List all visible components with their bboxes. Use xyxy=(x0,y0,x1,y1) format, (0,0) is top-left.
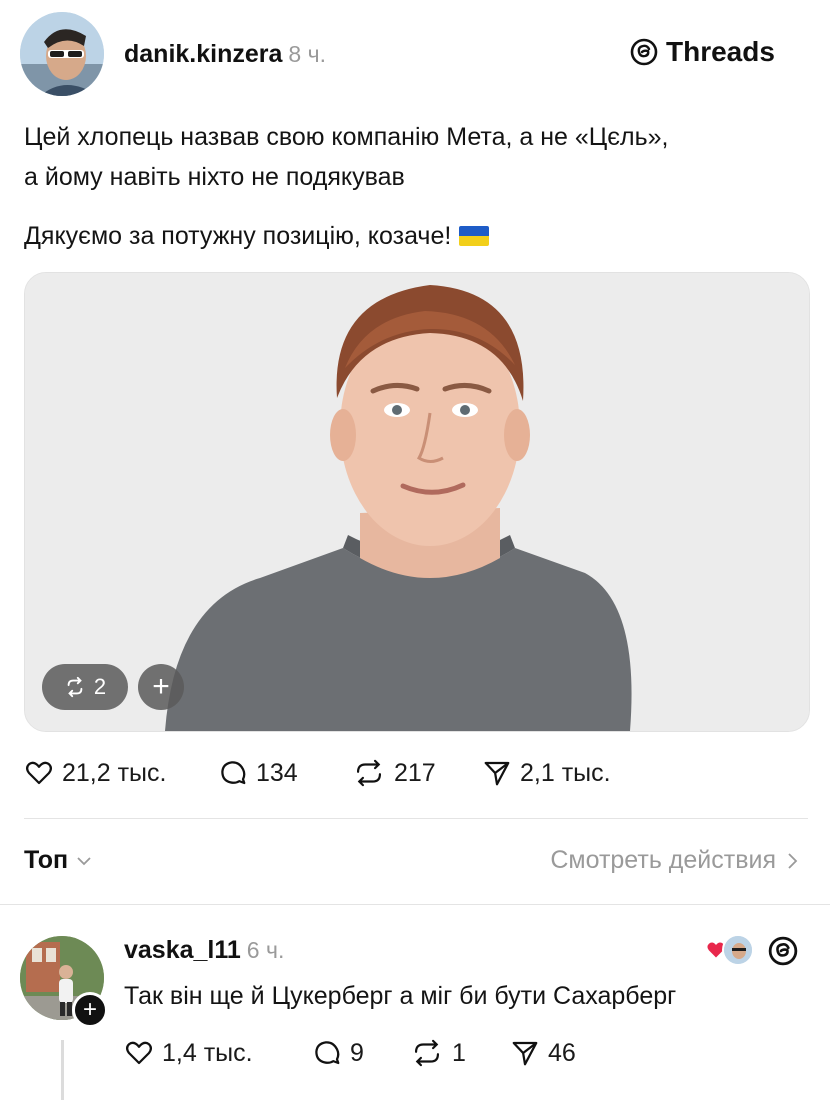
reply-repost-button[interactable]: 1 xyxy=(410,1038,466,1068)
media-repost-count: 2 xyxy=(93,674,107,699)
sort-label: Топ xyxy=(24,846,69,874)
comment-icon xyxy=(221,761,246,785)
threads-label: Threads xyxy=(666,36,775,67)
share-icon xyxy=(512,1041,538,1066)
post-image[interactable] xyxy=(24,272,810,732)
like-button[interactable]: 21,2 тыс. xyxy=(24,758,166,788)
comment-icon xyxy=(315,1041,340,1065)
thread-line xyxy=(61,1040,64,1100)
post-text-line-3-text: Дякуємо за потужну позицію, козаче! xyxy=(24,222,452,250)
chevron-down-icon xyxy=(77,856,91,865)
reply-text: Так він ще й Цукерберг а міг би бути Сах… xyxy=(124,982,677,1010)
heart-icon xyxy=(126,1041,152,1065)
reply-share-count: 46 xyxy=(548,1038,576,1067)
share-button[interactable]: 2,1 тыс. xyxy=(482,758,611,788)
author-mini-avatar xyxy=(722,934,754,966)
divider xyxy=(24,818,808,819)
repost-count: 217 xyxy=(394,758,436,787)
reply-username[interactable]: vaska_l11 6 ч. xyxy=(124,936,284,965)
repost-icon xyxy=(67,676,83,698)
reply-time: 6 ч. xyxy=(246,937,285,963)
like-count: 21,2 тыс. xyxy=(62,758,167,787)
section-divider xyxy=(0,904,830,905)
post-text-line-2: а йому навіть ніхто не подякував xyxy=(24,163,405,191)
repost-icon xyxy=(356,759,382,787)
threads-logo-icon xyxy=(768,936,798,966)
chevron-right-icon xyxy=(788,852,798,869)
reply-share-button[interactable]: 46 xyxy=(510,1038,576,1068)
heart-icon xyxy=(26,761,52,785)
media-add-button[interactable]: + xyxy=(138,664,184,710)
ukraine-flag-icon xyxy=(459,226,490,246)
author-username-text[interactable]: danik.kinzera xyxy=(124,40,282,68)
reply-username-text[interactable]: vaska_l11 xyxy=(124,936,241,964)
sort-dropdown[interactable]: Топ xyxy=(24,846,92,875)
reply-like-button[interactable]: 1,4 тыс. xyxy=(124,1038,253,1068)
comment-count: 134 xyxy=(256,758,298,787)
share-icon xyxy=(484,761,510,786)
threads-badge: Threads xyxy=(630,36,775,68)
view-activity-label: Смотреть действия xyxy=(550,846,776,874)
repost-icon xyxy=(414,1039,440,1067)
post-text-line-1: Цей хлопець назвав свою компанію Мета, а… xyxy=(24,123,669,151)
author-avatar[interactable] xyxy=(20,12,104,96)
post-text-line-3: Дякуємо за потужну позицію, козаче! xyxy=(24,216,490,256)
share-count: 2,1 тыс. xyxy=(520,758,611,787)
threads-logo-icon xyxy=(630,38,658,66)
view-activity-link[interactable]: Смотреть действия xyxy=(550,846,798,875)
comment-button[interactable]: 134 xyxy=(218,758,298,788)
repost-button[interactable]: 217 xyxy=(352,758,436,788)
reply-like-count: 1,4 тыс. xyxy=(162,1038,253,1067)
reply-comment-count: 9 xyxy=(350,1038,364,1067)
reply-comment-button[interactable]: 9 xyxy=(312,1038,364,1068)
media-repost-count-button[interactable]: 2 xyxy=(42,664,128,710)
reply-threads-icon-container xyxy=(768,936,798,971)
follow-button[interactable]: + xyxy=(72,992,108,1028)
reply-repost-count: 1 xyxy=(452,1038,466,1067)
author-username[interactable]: danik.kinzera 8 ч. xyxy=(124,40,326,69)
author-liked-badge xyxy=(706,934,754,966)
post-time: 8 ч. xyxy=(288,41,326,67)
